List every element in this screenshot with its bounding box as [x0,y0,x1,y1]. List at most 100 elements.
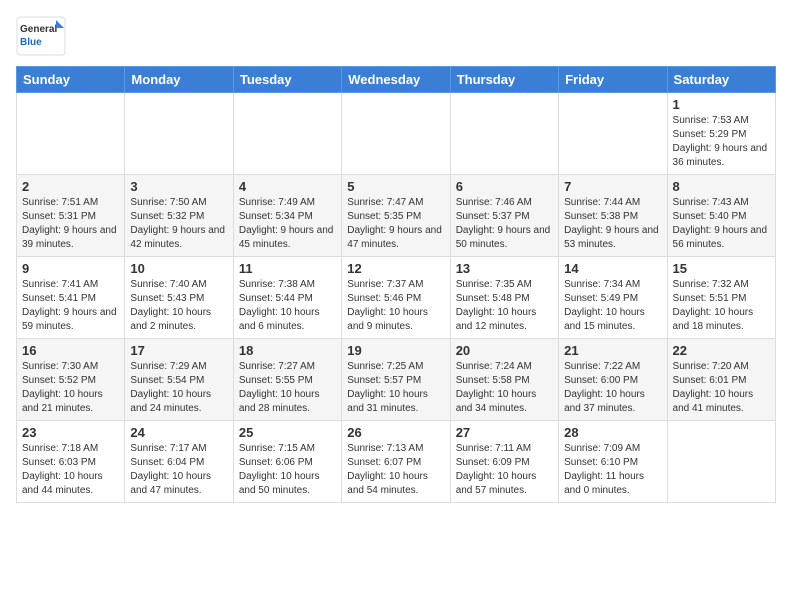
day-number: 21 [564,343,661,358]
calendar-cell: 1 Sunrise: 7:53 AM Sunset: 5:29 PM Daylig… [667,93,775,175]
day-number: 2 [22,179,119,194]
week-row-4: 16 Sunrise: 7:30 AM Sunset: 5:52 PM Dayli… [17,339,776,421]
day-number: 18 [239,343,336,358]
day-info: Sunrise: 7:53 AM Sunset: 5:29 PM Dayligh… [673,114,770,170]
week-row-2: 2 Sunrise: 7:51 AM Sunset: 5:31 PM Daylig… [17,175,776,257]
day-number: 28 [564,425,661,440]
day-number: 25 [239,425,336,440]
calendar-cell: 26 Sunrise: 7:13 AM Sunset: 6:07 PM Dayli… [342,421,450,503]
day-info: Sunrise: 7:32 AM Sunset: 5:51 PM Dayligh… [673,278,770,334]
calendar-cell: 12Sunrise: 7:37 AM Sunset: 5:46 PM Dayli… [342,257,450,339]
day-number: 8 [673,179,770,194]
day-number: 14 [564,261,661,276]
calendar-cell: 19Sunrise: 7:25 AM Sunset: 5:57 PM Dayli… [342,339,450,421]
calendar-cell: 28Sunrise: 7:09 AM Sunset: 6:10 PM Dayli… [559,421,667,503]
day-number: 13 [456,261,553,276]
calendar-cell [17,93,125,175]
calendar-cell: 22 Sunrise: 7:20 AM Sunset: 6:01 PM Dayli… [667,339,775,421]
calendar-cell: 11 Sunrise: 7:38 AM Sunset: 5:44 PM Dayli… [233,257,341,339]
weekday-header-saturday: Saturday [667,67,775,93]
calendar-cell: 6 Sunrise: 7:46 AM Sunset: 5:37 PM Daylig… [450,175,558,257]
day-number: 1 [673,97,770,112]
calendar-cell: 8 Sunrise: 7:43 AM Sunset: 5:40 PM Daylig… [667,175,775,257]
weekday-header-monday: Monday [125,67,233,93]
calendar-cell [450,93,558,175]
day-info: Sunrise: 7:37 AM Sunset: 5:46 PM Dayligh… [347,278,444,334]
calendar-cell [667,421,775,503]
day-info: Sunrise: 7:41 AM Sunset: 5:41 PM Dayligh… [22,278,119,334]
week-row-1: 1 Sunrise: 7:53 AM Sunset: 5:29 PM Daylig… [17,93,776,175]
day-number: 20 [456,343,553,358]
day-info: Sunrise: 7:30 AM Sunset: 5:52 PM Dayligh… [22,360,119,416]
day-number: 4 [239,179,336,194]
calendar-table: SundayMondayTuesdayWednesdayThursdayFrid… [16,66,776,503]
calendar-cell [342,93,450,175]
calendar-cell: 23 Sunrise: 7:18 AM Sunset: 6:03 PM Dayli… [17,421,125,503]
day-number: 5 [347,179,444,194]
calendar-cell: 25 Sunrise: 7:15 AM Sunset: 6:06 PM Dayli… [233,421,341,503]
weekday-header-row: SundayMondayTuesdayWednesdayThursdayFrid… [17,67,776,93]
weekday-header-tuesday: Tuesday [233,67,341,93]
day-info: Sunrise: 7:34 AM Sunset: 5:49 PM Dayligh… [564,278,661,334]
calendar-cell: 3Sunrise: 7:50 AM Sunset: 5:32 PM Daylig… [125,175,233,257]
logo-icon: General Blue [16,16,66,56]
calendar-cell [233,93,341,175]
day-info: Sunrise: 7:44 AM Sunset: 5:38 PM Dayligh… [564,196,661,252]
calendar-cell: 4Sunrise: 7:49 AM Sunset: 5:34 PM Daylig… [233,175,341,257]
calendar-cell: 5 Sunrise: 7:47 AM Sunset: 5:35 PM Daylig… [342,175,450,257]
day-info: Sunrise: 7:15 AM Sunset: 6:06 PM Dayligh… [239,442,336,498]
day-number: 11 [239,261,336,276]
day-info: Sunrise: 7:11 AM Sunset: 6:09 PM Dayligh… [456,442,553,498]
day-info: Sunrise: 7:38 AM Sunset: 5:44 PM Dayligh… [239,278,336,334]
day-info: Sunrise: 7:18 AM Sunset: 6:03 PM Dayligh… [22,442,119,498]
logo: General Blue [16,16,66,56]
svg-text:Blue: Blue [20,37,42,48]
weekday-header-sunday: Sunday [17,67,125,93]
day-number: 10 [130,261,227,276]
page-header: General Blue [16,16,776,56]
calendar-cell: 10 Sunrise: 7:40 AM Sunset: 5:43 PM Dayli… [125,257,233,339]
day-number: 19 [347,343,444,358]
calendar-cell: 2 Sunrise: 7:51 AM Sunset: 5:31 PM Daylig… [17,175,125,257]
week-row-5: 23 Sunrise: 7:18 AM Sunset: 6:03 PM Dayli… [17,421,776,503]
day-info: Sunrise: 7:29 AM Sunset: 5:54 PM Dayligh… [130,360,227,416]
svg-text:General: General [20,24,57,35]
day-info: Sunrise: 7:20 AM Sunset: 6:01 PM Dayligh… [673,360,770,416]
calendar-cell: 27Sunrise: 7:11 AM Sunset: 6:09 PM Dayli… [450,421,558,503]
weekday-header-wednesday: Wednesday [342,67,450,93]
day-info: Sunrise: 7:50 AM Sunset: 5:32 PM Dayligh… [130,196,227,252]
day-info: Sunrise: 7:46 AM Sunset: 5:37 PM Dayligh… [456,196,553,252]
calendar-cell: 24 Sunrise: 7:17 AM Sunset: 6:04 PM Dayli… [125,421,233,503]
day-number: 17 [130,343,227,358]
day-number: 26 [347,425,444,440]
day-number: 7 [564,179,661,194]
day-info: Sunrise: 7:35 AM Sunset: 5:48 PM Dayligh… [456,278,553,334]
day-info: Sunrise: 7:47 AM Sunset: 5:35 PM Dayligh… [347,196,444,252]
day-number: 22 [673,343,770,358]
weekday-header-friday: Friday [559,67,667,93]
day-info: Sunrise: 7:51 AM Sunset: 5:31 PM Dayligh… [22,196,119,252]
calendar-cell [125,93,233,175]
weekday-header-thursday: Thursday [450,67,558,93]
day-info: Sunrise: 7:43 AM Sunset: 5:40 PM Dayligh… [673,196,770,252]
day-info: Sunrise: 7:17 AM Sunset: 6:04 PM Dayligh… [130,442,227,498]
calendar-cell: 9Sunrise: 7:41 AM Sunset: 5:41 PM Daylig… [17,257,125,339]
calendar-cell: 14 Sunrise: 7:34 AM Sunset: 5:49 PM Dayli… [559,257,667,339]
day-info: Sunrise: 7:27 AM Sunset: 5:55 PM Dayligh… [239,360,336,416]
week-row-3: 9Sunrise: 7:41 AM Sunset: 5:41 PM Daylig… [17,257,776,339]
calendar-cell: 18 Sunrise: 7:27 AM Sunset: 5:55 PM Dayli… [233,339,341,421]
day-info: Sunrise: 7:13 AM Sunset: 6:07 PM Dayligh… [347,442,444,498]
day-number: 23 [22,425,119,440]
calendar-cell: 15 Sunrise: 7:32 AM Sunset: 5:51 PM Dayli… [667,257,775,339]
day-number: 15 [673,261,770,276]
day-number: 24 [130,425,227,440]
calendar-cell: 20Sunrise: 7:24 AM Sunset: 5:58 PM Dayli… [450,339,558,421]
calendar-cell: 7 Sunrise: 7:44 AM Sunset: 5:38 PM Daylig… [559,175,667,257]
day-number: 16 [22,343,119,358]
calendar-cell: 13 Sunrise: 7:35 AM Sunset: 5:48 PM Dayli… [450,257,558,339]
calendar-cell: 17 Sunrise: 7:29 AM Sunset: 5:54 PM Dayli… [125,339,233,421]
day-info: Sunrise: 7:22 AM Sunset: 6:00 PM Dayligh… [564,360,661,416]
calendar-cell: 16 Sunrise: 7:30 AM Sunset: 5:52 PM Dayli… [17,339,125,421]
day-number: 6 [456,179,553,194]
day-info: Sunrise: 7:40 AM Sunset: 5:43 PM Dayligh… [130,278,227,334]
